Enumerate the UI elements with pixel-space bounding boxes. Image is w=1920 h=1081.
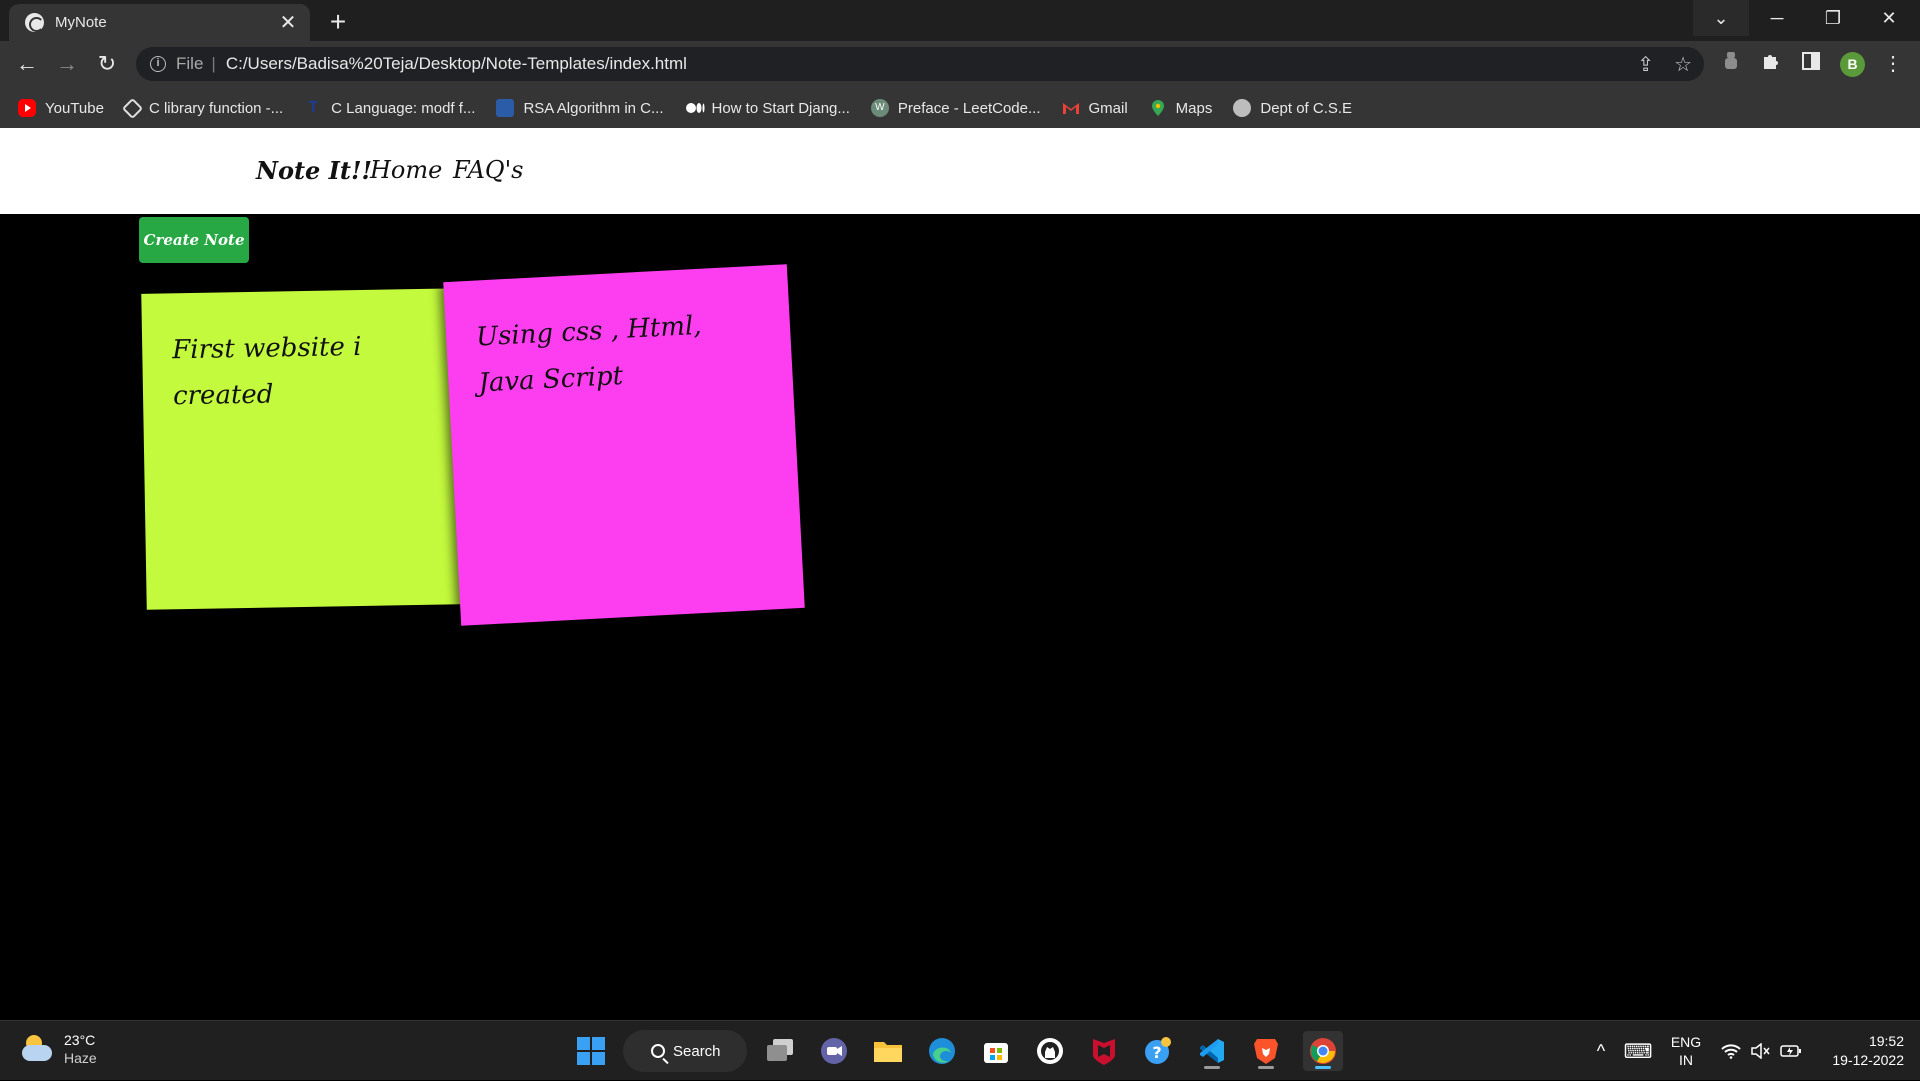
bookmark-maps[interactable]: Maps <box>1149 99 1213 117</box>
bookmark-label: YouTube <box>45 99 104 117</box>
bookmark-leetcode-preface[interactable]: W Preface - LeetCode... <box>870 99 1041 117</box>
side-panel-icon[interactable] <box>1798 51 1824 77</box>
extensions-puzzle-icon[interactable] <box>1758 51 1784 77</box>
brave-icon[interactable] <box>1246 1031 1286 1071</box>
bookmark-c-library-function[interactable]: C library function -... <box>121 97 284 119</box>
restore-button[interactable]: ❐ <box>1805 0 1861 36</box>
bookmark-label: Dept of C.S.E <box>1260 99 1353 117</box>
weather-cloud-icon <box>20 1035 54 1063</box>
weather-temperature: 23°C <box>64 1032 96 1048</box>
teams-chat-icon[interactable] <box>814 1031 854 1071</box>
chrome-icon[interactable] <box>1303 1031 1343 1071</box>
forward-button[interactable]: → <box>52 49 82 79</box>
bookmark-label: C Language: modf f... <box>331 99 476 117</box>
site-info-icon[interactable]: i <box>150 56 166 72</box>
search-icon <box>651 1044 665 1058</box>
file-explorer-icon[interactable] <box>868 1031 908 1071</box>
volume-muted-icon[interactable] <box>1748 1021 1774 1081</box>
running-indicator <box>1258 1066 1274 1069</box>
vscode-icon[interactable] <box>1192 1031 1232 1071</box>
globe-icon <box>1233 99 1252 117</box>
bookmarks-bar: YouTube C library function -... T C Lang… <box>0 88 1920 128</box>
back-button[interactable]: ← <box>12 49 42 79</box>
weather-condition: Haze <box>64 1050 97 1066</box>
bookmark-label: C library function -... <box>148 99 284 117</box>
create-note-button[interactable]: Create Note <box>139 217 249 263</box>
sticky-note[interactable]: First website i created <box>141 288 467 610</box>
clock-time: 19:52 <box>1868 1033 1904 1049</box>
mcafee-icon[interactable] <box>1084 1031 1124 1071</box>
start-button[interactable] <box>571 1031 611 1071</box>
running-indicator <box>1204 1066 1220 1069</box>
leetcode-wiki-icon: W <box>870 99 889 117</box>
sticky-note[interactable]: Using css , Html, Java Script <box>443 264 805 626</box>
tab-title: MyNote <box>55 14 107 31</box>
bookmark-gmail[interactable]: Gmail <box>1062 99 1128 117</box>
site-navbar: Note It!! Home FAQ's <box>0 128 1920 214</box>
minimize-button[interactable]: ─ <box>1749 0 1805 36</box>
battery-icon[interactable] <box>1778 1021 1804 1081</box>
taskbar-search-label: Search <box>673 1042 721 1060</box>
clock[interactable]: 19:52 19-12-2022 <box>1814 1021 1904 1081</box>
extension-icon[interactable] <box>1718 51 1744 77</box>
bookmark-c-language-modf[interactable]: T C Language: modf f... <box>304 99 475 117</box>
address-bar[interactable]: i File | C:/Users/Badisa%20Teja/Desktop/… <box>136 47 1704 81</box>
language-code: ENG <box>1670 1034 1702 1050</box>
taskbar-search[interactable]: Search <box>623 1030 747 1072</box>
share-icon[interactable]: ⇪ <box>1637 52 1654 77</box>
tab-close-icon[interactable]: ✕ <box>278 13 298 33</box>
language-indicator[interactable]: ENG IN <box>1664 1021 1708 1081</box>
tab-search-button[interactable]: ⌄ <box>1693 0 1749 36</box>
running-indicator <box>1315 1066 1331 1069</box>
browser-toolbar: ← → ↻ i File | C:/Users/Badisa%20Teja/De… <box>0 41 1920 88</box>
touch-keyboard-icon[interactable]: ⌨ <box>1622 1021 1654 1081</box>
tray-overflow-chevron-icon[interactable]: ^ <box>1588 1021 1614 1081</box>
bookmark-label: Gmail <box>1088 99 1128 117</box>
close-window-button[interactable]: ✕ <box>1861 0 1917 36</box>
edge-icon[interactable] <box>922 1031 962 1071</box>
address-scheme: File <box>176 54 204 73</box>
bookmark-label: How to Start Djang... <box>711 99 850 117</box>
bookmark-django[interactable]: How to Start Djang... <box>685 99 850 117</box>
bookmark-rsa-algorithm[interactable]: RSA Algorithm in C... <box>496 99 664 117</box>
youtube-icon <box>18 99 36 117</box>
nav-brand[interactable]: Note It!! <box>256 156 372 185</box>
wifi-icon[interactable] <box>1718 1021 1744 1081</box>
globe-icon <box>121 97 144 119</box>
language-region: IN <box>1679 1052 1693 1068</box>
nav-faq[interactable]: FAQ's <box>453 156 524 184</box>
weather-widget[interactable]: 23°C Haze <box>20 1031 97 1067</box>
new-tab-button[interactable]: + <box>322 7 354 39</box>
windows-taskbar: 23°C Haze Search ? ^ ⌨ ENG IN 19:52 19-1… <box>0 1020 1920 1080</box>
reload-button[interactable]: ↻ <box>92 49 122 79</box>
bookmark-label: RSA Algorithm in C... <box>523 99 664 117</box>
bookmark-star-icon[interactable]: ☆ <box>1674 52 1692 77</box>
medium-icon <box>685 99 704 117</box>
nav-home[interactable]: Home <box>370 156 442 184</box>
tab-mynote[interactable]: MyNote ✕ <box>9 4 310 41</box>
bookmark-label: Maps <box>1175 99 1213 117</box>
bookmark-youtube[interactable]: YouTube <box>18 99 104 117</box>
profile-avatar[interactable]: B <box>1840 52 1865 77</box>
page-viewport: Note It!! Home FAQ's Create Note First w… <box>0 128 1920 1020</box>
techonthenet-icon: T <box>308 99 319 116</box>
gmail-icon <box>1062 99 1080 117</box>
sanfoundry-icon <box>496 99 515 117</box>
globe-icon <box>25 13 44 32</box>
menu-kebab-icon[interactable]: ⋮ <box>1880 51 1906 77</box>
help-icon[interactable]: ? <box>1138 1031 1178 1071</box>
svg-text:?: ? <box>1152 1043 1161 1062</box>
github-icon[interactable] <box>1030 1031 1070 1071</box>
bookmark-dept-cse[interactable]: Dept of C.S.E <box>1233 99 1352 117</box>
maps-icon <box>1149 99 1167 117</box>
clock-date: 19-12-2022 <box>1832 1052 1904 1068</box>
address-url[interactable]: C:/Users/Badisa%20Teja/Desktop/Note-Temp… <box>226 54 687 74</box>
browser-tabstrip: MyNote ✕ + ⌄ ─ ❐ ✕ <box>0 0 1920 41</box>
windows-logo-icon <box>577 1037 605 1065</box>
address-separator: | <box>211 54 216 73</box>
task-view-icon[interactable] <box>760 1031 800 1071</box>
microsoft-store-icon[interactable] <box>976 1031 1016 1071</box>
bookmark-label: Preface - LeetCode... <box>897 99 1041 117</box>
